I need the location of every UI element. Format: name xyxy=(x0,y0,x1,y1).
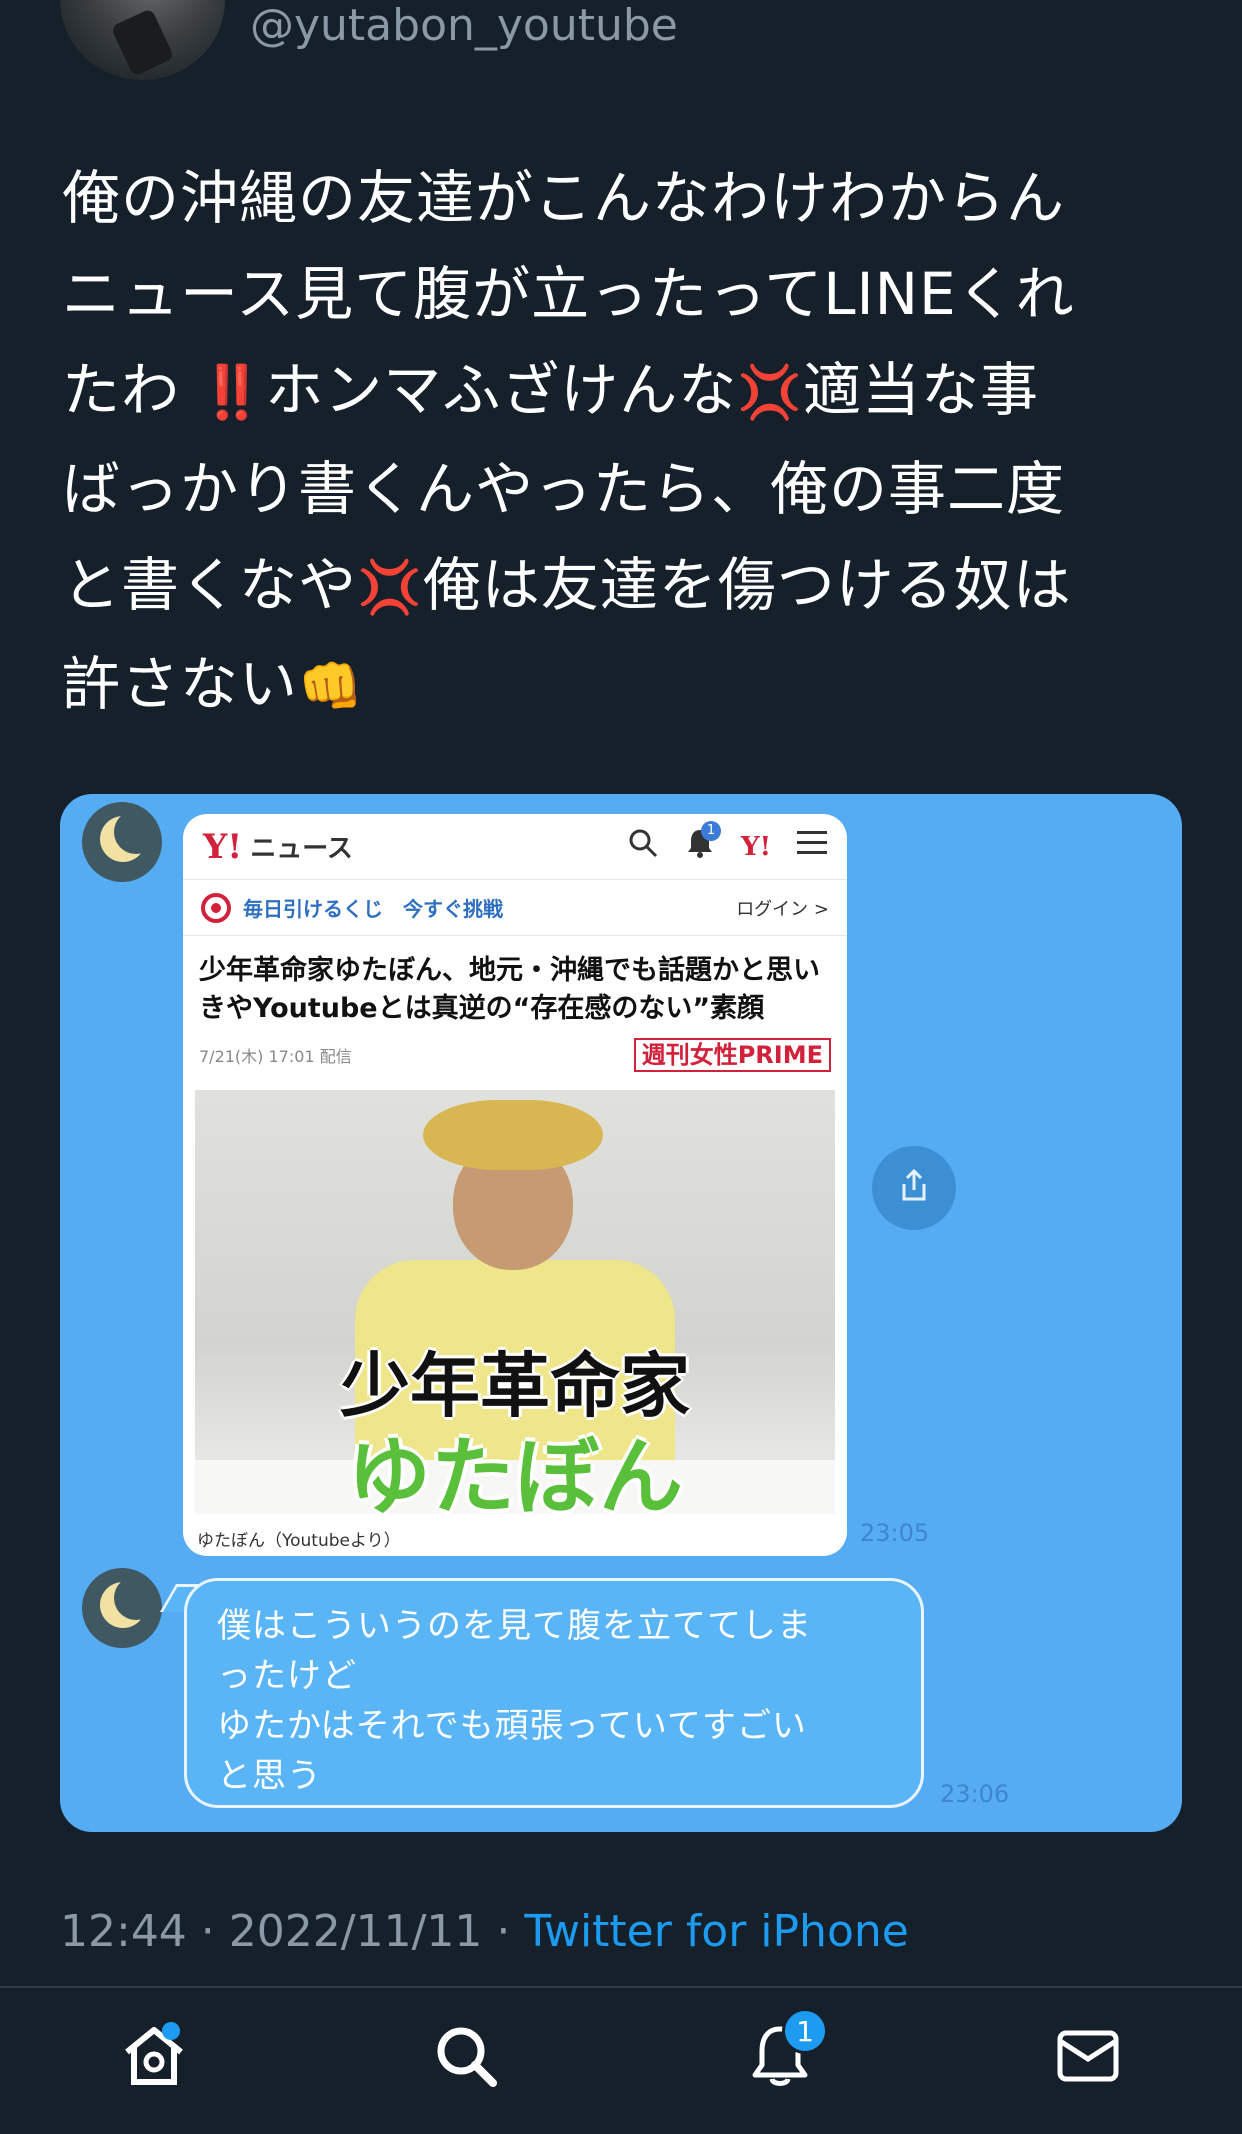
news-header-icons: 1 Y! xyxy=(627,820,827,867)
moon-icon xyxy=(100,810,158,862)
bell-icon: 1 xyxy=(685,820,722,867)
news-headline: 少年革命家ゆたぼん、地元・沖縄でも話題かと思いきやYoutubeとは真逆の“存在… xyxy=(199,955,820,1024)
tweet-text: 俺の沖縄の友達がこんなわけわからん ニュース見て腹が立ったってLINEくれ たわ… xyxy=(62,150,1187,735)
tweet-source-link[interactable]: Twitter for iPhone xyxy=(524,1906,908,1957)
login-link: ログイン > xyxy=(736,898,829,920)
fist-emoji: 👊 xyxy=(298,657,364,717)
news-site-header: Y! ニュース 1 Y! xyxy=(183,814,847,880)
mail-icon xyxy=(1056,2029,1120,2087)
tweet-date[interactable]: 2022/11/11 xyxy=(229,1906,483,1957)
search-icon xyxy=(433,2023,499,2093)
photo-caption-line2: ゆたぼん xyxy=(346,1428,683,1514)
target-icon xyxy=(201,892,231,923)
tweet-author[interactable]: @yutabon_youtube xyxy=(60,0,678,80)
meta-separator: · xyxy=(186,1906,229,1957)
anger-emoji: 💢 xyxy=(737,363,803,423)
anger-emoji: 💢 xyxy=(357,558,423,618)
news-meta: 7/21(木) 17:01 配信 週刊女性PRIME xyxy=(183,1028,847,1072)
menu-icon xyxy=(797,829,827,864)
bottom-tab-bar: 1 xyxy=(0,1986,1242,2134)
yahoo-small-logo: Y! xyxy=(741,831,771,862)
tab-home[interactable] xyxy=(114,2018,194,2098)
shared-news-card: Y! ニュース 1 Y! 毎日引けるくじ 今すぐ挑戦 ログイン > 少年革命家ゆ… xyxy=(183,814,847,1556)
share-icon xyxy=(894,1166,934,1210)
line-message-time: 23:05 xyxy=(860,1519,930,1547)
tab-search[interactable] xyxy=(426,2018,506,2098)
line-friend-avatar xyxy=(82,1568,162,1648)
line-message-bubble: 僕はこういうのを見て腹を立ててしま ったけど ゆたかはそれでも頑張っていてすごい… xyxy=(184,1578,924,1808)
news-photo-caption: ゆたぼん（Youtubeより） xyxy=(197,1531,401,1551)
double-exclamation-emoji: ‼️ xyxy=(199,363,266,423)
news-date: 7/21(木) 17:01 配信 xyxy=(199,1047,352,1066)
tweet-text-part: ホンマふざけんな xyxy=(265,356,738,424)
meta-separator: · xyxy=(482,1906,525,1957)
tab-notifications[interactable]: 1 xyxy=(740,2008,828,2098)
tweet-meta: 12:44 · 2022/11/11 · Twitter for iPhone xyxy=(60,1906,909,1957)
line-share-button xyxy=(872,1146,956,1230)
search-icon xyxy=(627,827,659,867)
news-brand-logo: 週刊女性PRIME xyxy=(633,1038,831,1072)
author-avatar[interactable] xyxy=(60,0,225,80)
notification-count: 1 xyxy=(701,820,722,841)
promo-text: 毎日引けるくじ 今すぐ挑戦 xyxy=(243,897,503,921)
author-handle[interactable]: @yutabon_youtube xyxy=(250,0,678,51)
notification-badge: 1 xyxy=(782,2008,828,2054)
unread-dot xyxy=(162,2022,180,2040)
yahoo-logo: Y! xyxy=(203,826,243,867)
photo-straw-hat xyxy=(423,1100,603,1170)
news-photo: 少年革命家 ゆたぼん xyxy=(195,1090,835,1514)
moon-icon xyxy=(100,1576,158,1628)
news-promo-bar: 毎日引けるくじ 今すぐ挑戦 ログイン > xyxy=(183,880,847,936)
line-friend-avatar xyxy=(82,802,162,882)
tweet-time: 12:44 xyxy=(60,1906,187,1957)
line-message-time: 23:06 xyxy=(940,1780,1010,1808)
tab-messages[interactable] xyxy=(1048,2018,1128,2098)
news-site-title: ニュース xyxy=(250,834,353,864)
tweet-media-image[interactable]: Y! ニュース 1 Y! 毎日引けるくじ 今すぐ挑戦 ログイン > 少年革命家ゆ… xyxy=(60,794,1182,1832)
